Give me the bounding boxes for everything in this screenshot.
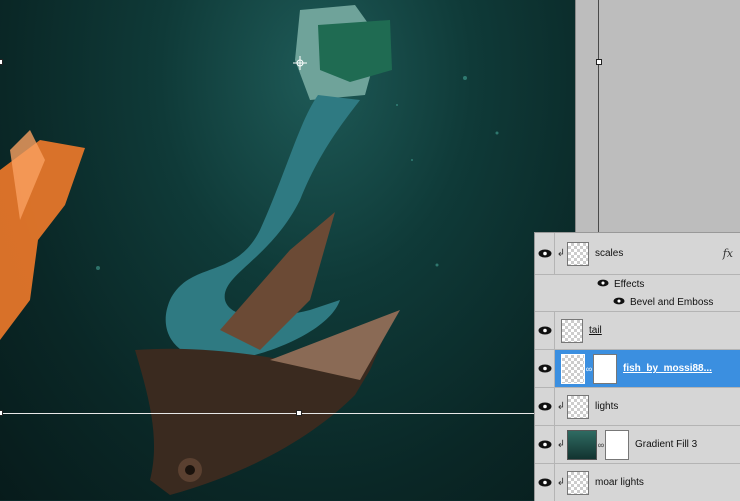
- layer-thumbnail: [567, 394, 589, 419]
- layer-row-lights[interactable]: ↲ lights: [535, 388, 740, 426]
- layer-thumbnail: [567, 241, 589, 266]
- eye-icon[interactable]: [535, 464, 555, 501]
- layer-thumbnail: [561, 318, 583, 343]
- link-chain-icon[interactable]: ∞: [597, 440, 605, 450]
- clip-arrow-icon: ↲: [556, 401, 566, 412]
- horizontal-guide[interactable]: [0, 413, 540, 414]
- layer-name[interactable]: moar lights: [595, 477, 644, 488]
- document-canvas[interactable]: [0, 0, 575, 500]
- eye-icon[interactable]: [535, 350, 555, 387]
- gradient-thumbnail: [567, 429, 597, 460]
- clip-arrow-icon: ↲: [556, 477, 566, 488]
- layer-row-scales[interactable]: ↲ scales fx: [535, 233, 740, 275]
- link-chain-icon[interactable]: ∞: [585, 364, 593, 374]
- eye-icon[interactable]: [535, 426, 555, 463]
- layer-row-moar-lights[interactable]: ↲ moar lights: [535, 464, 740, 501]
- layer-name[interactable]: fish_by_mossi88...: [623, 363, 712, 374]
- clip-arrow-icon: ↲: [556, 439, 566, 450]
- transform-handle[interactable]: [0, 59, 3, 65]
- effects-label: Effects: [614, 278, 645, 290]
- clip-arrow-icon: ↲: [556, 248, 566, 259]
- transform-handle[interactable]: [0, 410, 3, 416]
- eye-icon[interactable]: [535, 312, 555, 349]
- smart-object-thumbnail: [561, 353, 585, 384]
- layers-panel: ↲ scales fx Effects Bevel and Emboss tai…: [534, 232, 740, 501]
- eye-icon[interactable]: [535, 388, 555, 425]
- layer-name[interactable]: Gradient Fill 3: [635, 439, 697, 450]
- eye-icon[interactable]: [613, 297, 625, 308]
- effects-row[interactable]: Effects: [535, 275, 740, 293]
- layer-name[interactable]: lights: [595, 401, 618, 412]
- transform-handle[interactable]: [596, 59, 602, 65]
- artwork: [0, 5, 499, 495]
- effect-label: Bevel and Emboss: [630, 296, 714, 308]
- vertical-guide[interactable]: [598, 0, 599, 232]
- layer-row-gradient-fill[interactable]: ↲ ∞ Gradient Fill 3: [535, 426, 740, 464]
- crosshair-icon: [293, 56, 307, 70]
- eye-icon[interactable]: [535, 233, 555, 274]
- transform-handle[interactable]: [296, 410, 302, 416]
- pasteboard: [575, 0, 740, 232]
- layer-row-fish[interactable]: ∞ fish_by_mossi88...: [535, 350, 740, 388]
- eye-icon[interactable]: [597, 279, 609, 290]
- layer-row-tail[interactable]: tail: [535, 312, 740, 350]
- effect-item-bevel-emboss[interactable]: Bevel and Emboss: [535, 293, 740, 312]
- layer-thumbnail: [567, 470, 589, 495]
- fx-icon[interactable]: fx: [723, 247, 733, 260]
- layer-name[interactable]: tail: [589, 325, 602, 336]
- layer-name[interactable]: scales: [595, 248, 623, 259]
- layer-mask-thumbnail[interactable]: [593, 353, 617, 384]
- layer-mask-thumbnail[interactable]: [605, 429, 629, 460]
